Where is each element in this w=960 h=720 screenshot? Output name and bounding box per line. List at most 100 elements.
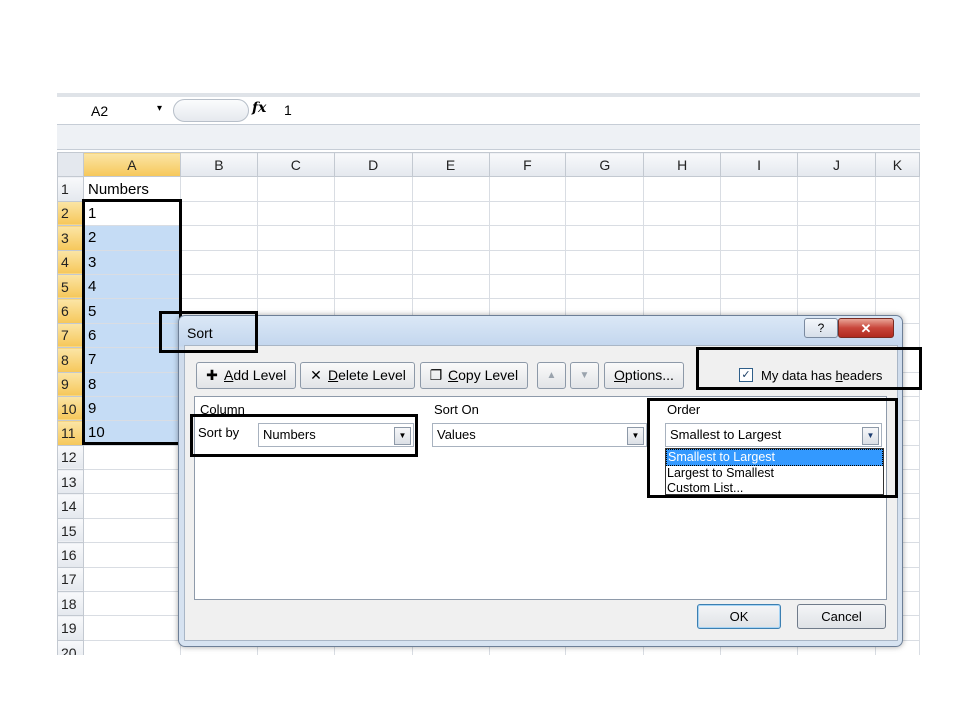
add-level-button[interactable]: ✚ Add Level [196,362,296,389]
column-header-d[interactable]: D [333,152,413,178]
column-header-i[interactable]: I [720,152,799,178]
row-header[interactable]: 15 [57,517,84,544]
column-header-e[interactable]: E [411,152,490,178]
cell[interactable] [797,273,876,300]
row-header[interactable]: 20 [57,639,84,655]
cell[interactable] [411,249,490,275]
cell[interactable] [488,176,567,202]
cell[interactable] [874,176,920,202]
cell[interactable] [333,273,413,300]
cell[interactable] [82,639,181,655]
cell[interactable] [333,225,413,251]
select-all-corner[interactable] [57,152,84,178]
cell[interactable] [256,176,335,202]
cell[interactable] [643,176,722,202]
cell[interactable] [720,225,799,251]
cell[interactable] [643,225,722,251]
move-down-button[interactable]: ▼ [570,362,599,389]
column-header-a[interactable]: A [82,152,181,178]
cell[interactable] [565,200,645,227]
dropdown-arrow-icon[interactable]: ▼ [627,427,644,445]
row-header[interactable]: 6 [57,298,84,324]
cell[interactable] [82,444,181,471]
column-header-b[interactable]: B [179,152,258,178]
column-header-g[interactable]: G [565,152,645,178]
name-box-dropdown-icon[interactable]: ▾ [157,103,162,114]
cell[interactable] [720,273,799,300]
ok-button[interactable]: OK [697,604,781,629]
row-header[interactable]: 17 [57,566,84,593]
formula-input[interactable]: 1 [284,102,292,118]
cell[interactable] [874,273,920,300]
cell[interactable] [643,249,722,275]
cell[interactable] [179,249,258,275]
column-header-c[interactable]: C [256,152,335,178]
cell[interactable] [411,273,490,300]
cell[interactable] [411,176,490,202]
row-header[interactable]: 4 [57,249,84,275]
cell[interactable] [333,249,413,275]
cell[interactable] [179,200,258,227]
cell[interactable] [179,273,258,300]
cell[interactable] [82,591,181,617]
move-up-button[interactable]: ▲ [537,362,566,389]
close-button[interactable]: ✕ [838,318,894,338]
cell[interactable] [82,566,181,593]
cell[interactable] [82,493,181,519]
cell[interactable] [411,200,490,227]
cell[interactable] [720,176,799,202]
row-header[interactable]: 19 [57,615,84,641]
cell[interactable] [797,249,876,275]
cell[interactable] [565,225,645,251]
sort-on-select[interactable]: Values ▼ [432,423,647,447]
delete-level-button[interactable]: ✕ Delete Level [300,362,415,389]
cell[interactable] [82,517,181,544]
cell[interactable] [179,176,258,202]
column-header-h[interactable]: H [643,152,722,178]
cell[interactable] [797,225,876,251]
cell[interactable] [643,273,722,300]
row-header[interactable]: 12 [57,444,84,471]
row-header[interactable]: 7 [57,322,84,349]
name-box[interactable]: A2 ▾ [57,97,177,125]
cell[interactable] [874,200,920,227]
cell[interactable] [488,200,567,227]
cell[interactable] [565,249,645,275]
cell[interactable] [179,225,258,251]
cell[interactable] [256,200,335,227]
row-header[interactable]: 2 [57,200,84,227]
cell[interactable] [82,542,181,568]
formula-bar-resize-knob[interactable] [173,99,249,122]
cell[interactable] [565,273,645,300]
row-header[interactable]: 8 [57,347,84,373]
cell[interactable] [874,225,920,251]
cell[interactable] [488,225,567,251]
row-header[interactable]: 5 [57,273,84,300]
row-header[interactable]: 11 [57,420,84,446]
cell[interactable] [488,273,567,300]
cell[interactable] [488,249,567,275]
cell[interactable] [256,225,335,251]
column-header-j[interactable]: J [797,152,876,178]
cancel-button[interactable]: Cancel [797,604,886,629]
cell[interactable] [797,200,876,227]
column-header-f[interactable]: F [488,152,567,178]
row-header[interactable]: 3 [57,225,84,251]
cell[interactable] [797,176,876,202]
cell[interactable] [720,200,799,227]
cell[interactable] [256,273,335,300]
column-header-k[interactable]: K [874,152,920,178]
cell[interactable] [333,200,413,227]
row-header[interactable]: 16 [57,542,84,568]
cell[interactable] [720,249,799,275]
row-header[interactable]: 13 [57,469,84,495]
row-header[interactable]: 18 [57,591,84,617]
cell[interactable] [643,200,722,227]
cell[interactable] [82,615,181,641]
cell[interactable] [82,469,181,495]
cell[interactable] [874,249,920,275]
copy-level-button[interactable]: ❐ Copy Level [420,362,528,389]
cell[interactable] [565,176,645,202]
options-button[interactable]: Options... [604,362,684,389]
row-header[interactable]: 9 [57,371,84,397]
